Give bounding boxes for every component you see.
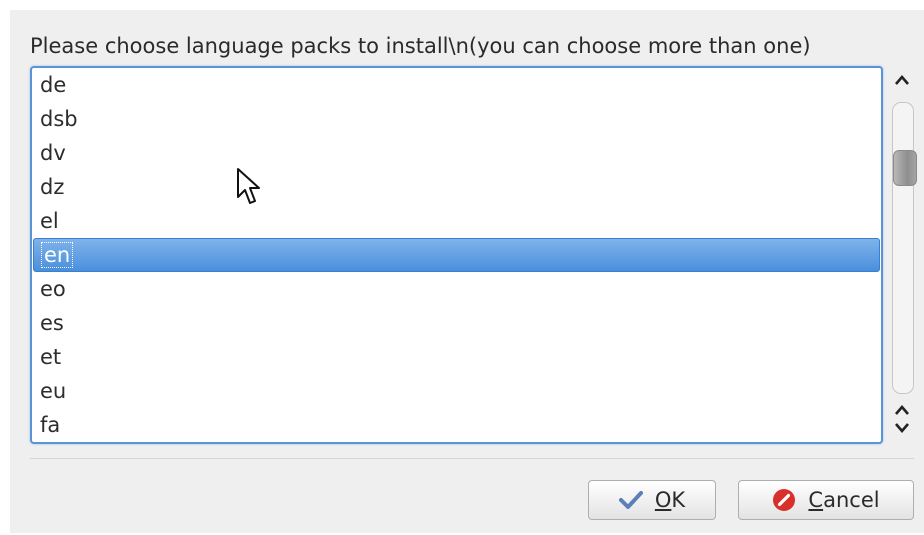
cancel-button[interactable]: Cancel [738,480,914,520]
list-item-label: en [40,242,74,268]
vertical-scrollbar[interactable] [886,68,918,446]
list-item-label: fa [40,413,61,437]
list-item[interactable]: et [32,340,881,374]
scroll-down-button[interactable] [886,402,918,442]
list-item-label: dv [40,141,66,165]
separator [30,458,914,459]
ok-button[interactable]: OK [588,480,716,520]
chevron-up-down-icon [895,405,909,433]
list-item[interactable]: eo [32,272,881,306]
list-item[interactable]: es [32,306,881,340]
list-item[interactable]: dz [32,170,881,204]
chevron-up-icon [895,75,909,85]
scroll-track[interactable] [892,102,914,394]
list-item[interactable]: eu [32,374,881,408]
list-item-label: eo [40,277,66,301]
list-item-label: et [40,345,62,369]
checkmark-icon [618,490,643,510]
language-list[interactable]: de dsb dv dz el en eo es et eu fa [30,66,883,444]
list-item[interactable]: de [32,68,881,102]
ok-label: OK [654,488,686,512]
list-item[interactable]: fa [32,408,881,442]
cancel-icon [772,488,796,512]
cancel-label: Cancel [808,488,880,512]
list-item[interactable]: el [32,204,881,238]
scroll-up-button[interactable] [886,68,918,92]
list-item-selected[interactable]: en [33,238,880,272]
list-item-label: dsb [40,107,78,131]
dialog-prompt: Please choose language packs to install\… [30,34,811,58]
language-pack-dialog: Please choose language packs to install\… [10,10,924,533]
mouse-pointer-icon [236,167,262,211]
list-item-label: el [40,209,59,233]
scroll-thumb[interactable] [893,150,917,186]
list-item-label: es [40,311,64,335]
list-item[interactable]: dsb [32,102,881,136]
list-item-label: de [40,73,67,97]
list-item[interactable]: dv [32,136,881,170]
list-item-label: eu [40,379,67,403]
list-item-label: dz [40,175,65,199]
